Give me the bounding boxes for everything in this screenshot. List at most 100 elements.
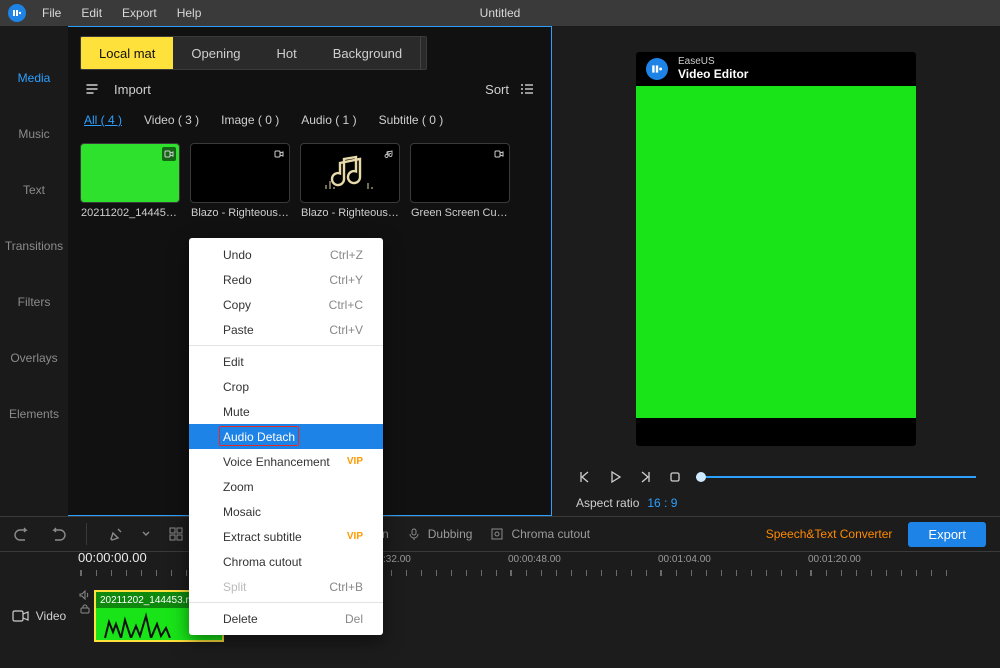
sort-label[interactable]: Sort xyxy=(485,82,509,97)
menu-edit[interactable]: Edit xyxy=(71,6,112,20)
app-logo xyxy=(8,4,26,22)
ctx-paste[interactable]: PasteCtrl+V xyxy=(189,317,383,342)
filter-all[interactable]: All ( 4 ) xyxy=(84,113,122,127)
side-tab-overlays[interactable]: Overlays xyxy=(0,330,68,386)
redo-button[interactable] xyxy=(48,525,66,543)
ctx-split: SplitCtrl+B xyxy=(189,574,383,599)
speech-text-converter-button[interactable]: Speech&Text Converter xyxy=(766,527,893,541)
import-row: Import Sort xyxy=(68,75,551,103)
prev-frame-button[interactable] xyxy=(576,468,594,486)
ctx-separator xyxy=(189,602,383,603)
brand-logo-icon xyxy=(646,58,668,80)
stop-button[interactable] xyxy=(666,468,684,486)
tab-opening[interactable]: Opening xyxy=(173,37,258,69)
side-tab-elements[interactable]: Elements xyxy=(0,386,68,442)
tab-more[interactable] xyxy=(420,37,426,69)
video-track-icon xyxy=(12,609,30,623)
edit-tool-button[interactable] xyxy=(107,525,125,543)
ctx-voice-enhancement[interactable]: Voice EnhancementVIP xyxy=(189,449,383,474)
chroma-cutout-button[interactable]: Chroma cutout xyxy=(488,525,590,543)
chroma-icon xyxy=(488,525,506,543)
side-tab-transitions[interactable]: Transitions xyxy=(0,218,68,274)
workspace: Media Music Text Transitions Filters Ove… xyxy=(0,26,1000,516)
ctx-chroma-cutout[interactable]: Chroma cutout xyxy=(189,549,383,574)
music-note-icon xyxy=(301,144,399,202)
ctx-audio-detach[interactable]: Audio Detach xyxy=(189,424,383,449)
time-mark: 00:01:20.00 xyxy=(808,554,861,565)
lock-track-icon[interactable] xyxy=(79,604,91,614)
context-menu: UndoCtrl+Z RedoCtrl+Y CopyCtrl+C PasteCt… xyxy=(189,238,383,635)
preview-panel: EaseUS Video Editor Aspect ratio 16 : 9 xyxy=(552,26,1000,516)
video-track[interactable]: Video 20211202_144453.m… xyxy=(0,586,1000,646)
ctx-mute[interactable]: Mute xyxy=(189,399,383,424)
ctx-edit[interactable]: Edit xyxy=(189,349,383,374)
media-item[interactable]: Green Screen Cutout… xyxy=(410,143,510,219)
product-name: Video Editor xyxy=(678,68,748,81)
media-item-label: Blazo - Righteous Pa… xyxy=(190,203,290,219)
playback-slider[interactable] xyxy=(696,472,976,482)
tab-local-mat[interactable]: Local mat xyxy=(81,37,173,69)
filter-subtitle[interactable]: Subtitle ( 0 ) xyxy=(379,113,444,127)
ctx-zoom[interactable]: Zoom xyxy=(189,474,383,499)
preview-frame xyxy=(636,86,916,418)
ctx-mosaic[interactable]: Mosaic xyxy=(189,499,383,524)
aspect-ratio-value[interactable]: 16 : 9 xyxy=(647,496,677,510)
tab-background[interactable]: Background xyxy=(315,37,420,69)
sort-list-icon[interactable] xyxy=(519,81,535,97)
menu-export[interactable]: Export xyxy=(112,6,167,20)
divider xyxy=(86,523,87,545)
media-item[interactable]: Blazo - Righteous Pa… xyxy=(190,143,290,219)
ctx-delete[interactable]: DeleteDel xyxy=(189,606,383,631)
aspect-ratio-label: Aspect ratio xyxy=(576,496,639,510)
play-button[interactable] xyxy=(606,468,624,486)
recent-icon[interactable] xyxy=(84,81,100,97)
media-category-tabs: Local mat Opening Hot Background xyxy=(68,31,551,75)
filter-video[interactable]: Video ( 3 ) xyxy=(144,113,199,127)
playback-controls xyxy=(576,468,976,486)
side-tab-strip: Media Music Text Transitions Filters Ove… xyxy=(0,26,68,516)
preview-header: EaseUS Video Editor xyxy=(636,52,916,86)
filter-audio[interactable]: Audio ( 1 ) xyxy=(301,113,356,127)
mic-icon xyxy=(405,525,423,543)
side-tab-media[interactable]: Media xyxy=(0,50,68,106)
media-thumbnails: 20211202_144453.m… Blazo - Righteous Pa…… xyxy=(68,137,551,219)
menu-bar: File Edit Export Help Untitled xyxy=(0,0,1000,26)
video-icon xyxy=(162,147,176,161)
mute-track-icon[interactable] xyxy=(79,590,91,600)
ctx-undo[interactable]: UndoCtrl+Z xyxy=(189,242,383,267)
media-item-label: Green Screen Cutout… xyxy=(410,203,510,219)
mosaic-icon xyxy=(167,525,185,543)
timeline[interactable]: 00:00:00.00 00:00:16.00 00:00:32.00 00:0… xyxy=(0,552,1000,668)
side-tab-text[interactable]: Text xyxy=(0,162,68,218)
time-mark: 00:00:48.00 xyxy=(508,554,561,565)
media-item[interactable]: 20211202_144453.m… xyxy=(80,143,180,219)
media-item-label: 20211202_144453.m… xyxy=(80,203,180,219)
next-frame-button[interactable] xyxy=(636,468,654,486)
media-item-label: Blazo - Righteous Pa… xyxy=(300,203,400,219)
media-filter-row: All ( 4 ) Video ( 3 ) Image ( 0 ) Audio … xyxy=(68,103,551,137)
timeline-toolbar: Mosaic Freeze Duration Dubbing Chroma cu… xyxy=(0,516,1000,552)
video-icon xyxy=(272,147,286,161)
ctx-crop[interactable]: Crop xyxy=(189,374,383,399)
preview-viewport[interactable] xyxy=(636,86,916,446)
time-mark: 00:01:04.00 xyxy=(658,554,711,565)
menu-file[interactable]: File xyxy=(32,6,71,20)
ctx-extract-subtitle[interactable]: Extract subtitleVIP xyxy=(189,524,383,549)
export-button[interactable]: Export xyxy=(908,522,986,547)
video-icon xyxy=(492,147,506,161)
undo-button[interactable] xyxy=(14,525,32,543)
tab-hot[interactable]: Hot xyxy=(259,37,315,69)
filter-image[interactable]: Image ( 0 ) xyxy=(221,113,279,127)
time-ruler[interactable]: 00:00:16.00 00:00:32.00 00:00:48.00 00:0… xyxy=(0,552,1000,580)
ctx-redo[interactable]: RedoCtrl+Y xyxy=(189,267,383,292)
side-tab-music[interactable]: Music xyxy=(0,106,68,162)
track-label: Video xyxy=(0,609,78,623)
edit-dropdown-icon[interactable] xyxy=(141,525,151,543)
menu-help[interactable]: Help xyxy=(167,6,212,20)
dubbing-button[interactable]: Dubbing xyxy=(405,525,473,543)
side-tab-filters[interactable]: Filters xyxy=(0,274,68,330)
ctx-copy[interactable]: CopyCtrl+C xyxy=(189,292,383,317)
import-button[interactable]: Import xyxy=(114,82,151,97)
ctx-separator xyxy=(189,345,383,346)
media-item[interactable]: Blazo - Righteous Pa… xyxy=(300,143,400,219)
